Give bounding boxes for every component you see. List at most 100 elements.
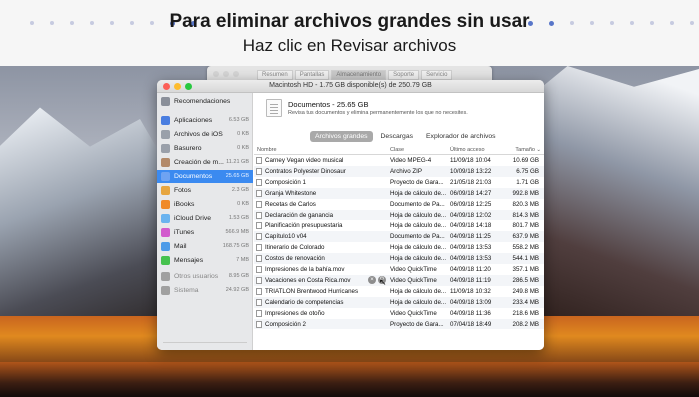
file-size: 544.1 MB: [512, 255, 539, 263]
table-row[interactable]: Itinerario de Colorado Hoja de cálculo de…: [254, 242, 544, 253]
file-last-access: 04/09/18 11:19: [450, 276, 491, 284]
sidebar-item-sistema[interactable]: Sistema 24.92 GB: [157, 284, 253, 297]
file-kind: Video QuickTime: [390, 276, 437, 284]
file-last-access: 04/09/18 13:53: [450, 244, 492, 252]
window-titlebar: Macintosh HD - 1.75 GB disponible(s) de …: [157, 80, 544, 93]
sidebar-item-otros-usuarios[interactable]: Otros usuarios 8.95 GB: [157, 270, 253, 283]
sidebar-item-fotos[interactable]: Fotos 2.3 GB: [157, 184, 253, 197]
file-kind: Hoja de cálculo de...: [390, 287, 446, 295]
tab-archivos-grandes[interactable]: Archivos grandes: [310, 131, 373, 142]
file-icon: [256, 320, 262, 328]
sidebar-item-size: 8.95 GB: [228, 273, 249, 279]
sidebar-item-mensajes[interactable]: Mensajes 7 MB: [157, 254, 253, 267]
file-size: 6.75 GB: [516, 167, 539, 175]
column-header-name[interactable]: Nombre: [257, 147, 277, 153]
column-header-size[interactable]: Tamaño: [515, 147, 535, 153]
sidebar-item-size: 0 KB: [237, 145, 249, 151]
documents-header: Documentos - 25.65 GB Revisa tus documen…: [254, 93, 544, 125]
recomendaciones-icon: [161, 97, 170, 106]
column-header-kind[interactable]: Clase: [390, 147, 404, 153]
sidebar-item-documentos[interactable]: Documentos 25.65 GB: [157, 170, 253, 183]
file-icon: [256, 157, 262, 164]
sidebar-item-mail[interactable]: Mail 168.75 GB: [157, 240, 253, 253]
itunes-icon: [161, 228, 170, 237]
tab-descargas[interactable]: Descargas: [376, 131, 419, 142]
basurero-icon: [161, 144, 170, 153]
decorative-dots-right: [528, 21, 694, 26]
file-icon: [256, 276, 262, 284]
banner-subline: Haz clic en Revisar archivos: [0, 36, 699, 56]
sidebar-item-ibooks[interactable]: iBooks 0 KB: [157, 198, 253, 211]
sidebar-item-creacion-de-m[interactable]: Creación de m... 11.21 GB: [157, 156, 253, 169]
sidebar-item-size: 2.3 GB: [231, 187, 249, 193]
sidebar-item-icloud-drive[interactable]: iCloud Drive 1.53 GB: [157, 212, 253, 225]
table-header: Nombre Clase Último acceso Tamaño ⌄: [254, 145, 544, 155]
sidebar-item-label: Documentos: [174, 173, 213, 180]
sidebar-item-label: Mensajes: [174, 257, 204, 264]
file-kind: Video MPEG-4: [390, 157, 432, 164]
sidebar-item-recomendaciones[interactable]: Recomendaciones: [157, 95, 253, 108]
tab-explorador-de-archivos[interactable]: Explorador de archivos: [421, 131, 501, 142]
sidebar-item-label: Aplicaciones: [174, 117, 213, 124]
file-last-access: 10/09/18 13:22: [450, 167, 492, 175]
table-row[interactable]: Recetas de Carlos Documento de Pa... 06/09…: [254, 199, 544, 210]
sidebar-item-basurero[interactable]: Basurero 0 KB: [157, 142, 253, 155]
sidebar-item-label: iCloud Drive: [174, 215, 212, 222]
table-row[interactable]: Granja Whitestone Hoja de cálculo de... 06…: [254, 187, 544, 199]
table-row[interactable]: Composición 2 Proyecto de Gara... 07/04/18…: [254, 318, 544, 330]
file-size: 233.4 MB: [512, 298, 539, 306]
table-row[interactable]: Vacaciones en Costa Rica.mov Video QuickT…: [254, 274, 544, 287]
background-tab-soporte[interactable]: Soporte: [388, 70, 420, 80]
sidebar-item-label: Mail: [174, 243, 187, 250]
sort-chevron-icon[interactable]: ⌄: [536, 147, 541, 153]
column-header-last-access[interactable]: Último acceso: [450, 147, 485, 153]
sidebar-item-label: Fotos: [174, 187, 191, 194]
table-row[interactable]: Declaración de ganancia Hoja de cálculo d…: [254, 209, 544, 221]
file-name: Costos de renovación: [265, 255, 325, 263]
file-name: Impresiones de la bahía.mov: [265, 266, 345, 273]
file-name: Composición 1: [265, 178, 306, 186]
file-kind: Hoja de cálculo de...: [390, 189, 446, 197]
file-kind: Video QuickTime: [390, 309, 437, 317]
file-kind: Documento de Pa...: [390, 233, 445, 241]
table-row[interactable]: Planificación presupuestaria Hoja de cálc…: [254, 220, 544, 231]
file-size: 558.2 MB: [512, 244, 539, 252]
table-row[interactable]: Contratos Polyester Dinosaur Archivo ZIP 1…: [254, 165, 544, 177]
background-tab-pantallas[interactable]: Pantallas: [294, 70, 330, 80]
document-icon: [266, 99, 282, 117]
sidebar-divider: [163, 342, 247, 343]
otros-usuarios-icon: [161, 272, 170, 281]
aplicaciones-icon: [161, 116, 170, 125]
background-tab-almacenamiento[interactable]: Almacenamiento: [331, 70, 387, 80]
table-row[interactable]: Impresiones de la bahía.mov Video QuickTi…: [254, 264, 544, 275]
delete-file-icon[interactable]: ×: [368, 275, 376, 284]
file-size: 249.8 MB: [512, 287, 539, 295]
table-row[interactable]: Costos de renovación Hoja de cálculo de..…: [254, 253, 544, 264]
file-last-access: 06/09/18 14:27: [450, 189, 492, 197]
background-tab-servicio[interactable]: Servicio: [421, 70, 453, 80]
file-last-access: 04/09/18 12:02: [450, 211, 492, 219]
sidebar-item-aplicaciones[interactable]: Aplicaciones 6.53 GB: [157, 114, 253, 127]
view-segmented-control: Archivos grandes Descargas Explorador de a…: [310, 131, 501, 142]
sidebar-item-size: 566.9 MB: [225, 229, 249, 235]
background-tab-resumen[interactable]: Resumen: [257, 70, 293, 80]
archivos-de-ios-icon: [161, 130, 170, 139]
mail-icon: [161, 242, 170, 251]
sidebar-item-itunes[interactable]: iTunes 566.9 MB: [157, 226, 253, 239]
table-row[interactable]: TRIATLÓN Brentwood Hurricanes Hoja de cál…: [254, 286, 544, 297]
background-window-tabs: Resumen Pantallas Almacenamiento Soporte Ser…: [257, 70, 453, 80]
table-row[interactable]: Carney Vegan video musical Video MPEG-4 11…: [254, 155, 544, 166]
sidebar-item-label: Creación de m...: [174, 159, 224, 166]
sidebar-item-archivos-de-ios[interactable]: Archivos de iOS 0 KB: [157, 128, 253, 141]
table-row[interactable]: Composición 1 Proyecto de Gara... 21/05/18…: [254, 177, 544, 188]
file-last-access: 06/09/18 12:25: [450, 200, 492, 208]
sidebar: Recomendaciones Aplicaciones 6.53 GB Archiv…: [157, 93, 253, 350]
table-row[interactable]: Capítulo10 v04 Documento de Pa... 04/09/18…: [254, 231, 544, 243]
table-row[interactable]: Impresiones de otoño Video QuickTime 04/09…: [254, 308, 544, 319]
file-icon: [256, 309, 262, 317]
file-icon: [256, 233, 262, 241]
sidebar-item-label: Basurero: [174, 145, 202, 152]
table-row[interactable]: Calendario de competencias Hoja de cálcul…: [254, 296, 544, 308]
file-last-access: 07/04/18 18:49: [450, 320, 492, 328]
file-icon: [256, 266, 262, 273]
